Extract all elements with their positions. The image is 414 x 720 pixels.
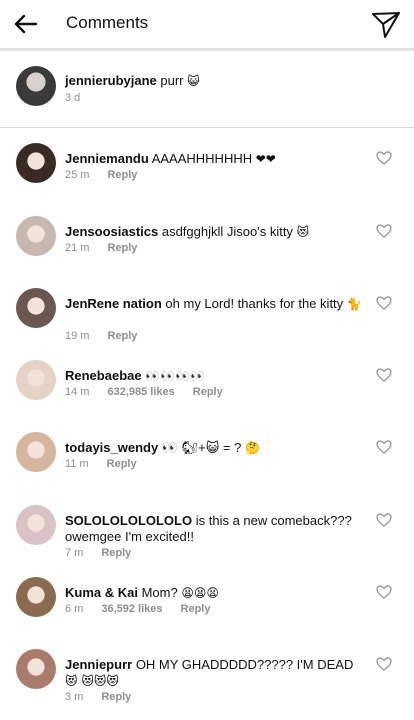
comment-text: Jenniemandu AAAAHHHHHHH ❤❤: [65, 151, 365, 167]
comment-time: 3 m: [65, 691, 84, 703]
page-title: Comments: [66, 13, 149, 32]
back-arrow-icon[interactable]: [12, 10, 40, 38]
comment-emoji: 😻: [296, 225, 310, 239]
heart-icon[interactable]: [376, 513, 392, 527]
caption-meta: 3 d: [65, 92, 98, 104]
comment-body: oh my Lord! thanks for the kitty: [165, 296, 344, 311]
comment-time: 21 m: [65, 242, 90, 254]
comment-meta: 21 m Reply: [65, 242, 155, 254]
comment-text: Renebaebae 👀👀👀👀: [65, 368, 365, 384]
avatar[interactable]: [16, 288, 56, 328]
avatar[interactable]: [16, 649, 56, 689]
comment-text: Jenniepurr OH MY GHADDDDD????? I'M DEAD …: [65, 657, 365, 689]
reply-button[interactable]: Reply: [107, 458, 137, 470]
avatar[interactable]: [16, 432, 56, 472]
comment-text: Kuma & Kai Mom? 😫😫😫: [65, 585, 365, 601]
comment-likes[interactable]: 36,592 likes: [101, 603, 162, 615]
caption-emoji: 😺: [187, 74, 200, 88]
comment-meta: 7 m Reply: [65, 547, 149, 559]
heart-icon[interactable]: [376, 296, 392, 310]
caption-text: jennierubyjane purr 😺: [65, 73, 365, 89]
top-bar: Comments: [0, 0, 414, 48]
comment-text: todayis_wendy 👀 🐿+😺 = ? 🤔: [65, 440, 365, 456]
comment-emoji: 🤔: [244, 441, 260, 455]
comment-time: 7 m: [65, 547, 84, 559]
comment-emoji: ❤❤: [255, 152, 276, 166]
comment-username[interactable]: Kuma & Kai: [65, 585, 138, 600]
heart-icon[interactable]: [376, 151, 392, 165]
heart-icon[interactable]: [376, 368, 392, 382]
post-caption: jennierubyjane purr 😺 3 d: [0, 56, 414, 126]
heart-icon[interactable]: [376, 657, 392, 671]
avatar[interactable]: [16, 143, 56, 183]
comment-text: JenRene nation oh my Lord! thanks for th…: [65, 296, 365, 312]
comment-username[interactable]: SOLOLOLOLOLOLO: [65, 513, 192, 528]
comment-username[interactable]: Jenniepurr: [65, 657, 132, 672]
comment-username[interactable]: todayis_wendy: [65, 440, 158, 455]
heart-icon[interactable]: [376, 585, 392, 599]
reply-button[interactable]: Reply: [107, 169, 137, 181]
comment-body: OH MY GHADDDDD????? I'M DEAD: [135, 657, 354, 672]
avatar[interactable]: [16, 505, 56, 545]
comment-likes[interactable]: 632,985 likes: [107, 386, 174, 398]
comment-meta: 6 m 36,592 likes Reply: [65, 603, 228, 615]
comment-emoji: 🐈: [346, 297, 362, 311]
comment-time: 14 m: [65, 386, 90, 398]
caption-divider: [0, 127, 414, 128]
comment-username[interactable]: Renebaebae: [65, 368, 142, 383]
reply-button[interactable]: Reply: [181, 603, 211, 615]
comment-meta: 3 m Reply: [65, 691, 149, 703]
comment-meta: 25 m Reply: [65, 169, 155, 181]
reply-button[interactable]: Reply: [107, 330, 137, 342]
heart-icon[interactable]: [376, 224, 392, 238]
caption-body: purr: [160, 73, 184, 88]
avatar[interactable]: [16, 360, 56, 400]
reply-button[interactable]: Reply: [193, 386, 223, 398]
comment-time: 11 m: [65, 458, 89, 470]
heart-icon[interactable]: [376, 440, 392, 454]
comment-username[interactable]: JenRene nation: [65, 296, 162, 311]
caption-username[interactable]: jennierubyjane: [65, 73, 157, 88]
comment-meta: 14 m 632,985 likes Reply: [65, 386, 241, 398]
caption-time: 3 d: [65, 92, 81, 104]
comment-text: SOLOLOLOLOLOLO is this a new comeback???…: [65, 513, 365, 545]
comment-emoji: 😻 😻😻😻: [65, 674, 119, 688]
avatar[interactable]: [16, 577, 56, 617]
reply-button[interactable]: Reply: [107, 242, 137, 254]
reply-button[interactable]: Reply: [101, 547, 131, 559]
comment-time: 25 m: [65, 169, 90, 181]
send-icon[interactable]: [370, 8, 402, 40]
comment-meta: 19 m Reply: [65, 330, 155, 342]
comment-username[interactable]: Jensoosiastics: [65, 224, 158, 239]
comment-time: 19 m: [65, 330, 90, 342]
avatar[interactable]: [16, 66, 56, 106]
comment-meta: 11 m Reply: [65, 458, 155, 470]
comment-emoji: 😫😫😫: [181, 586, 219, 600]
comment-body: Mom?: [141, 585, 178, 600]
header-divider: [0, 48, 414, 51]
comment-text: Jensoosiastics asdfgghjkll Jisoo's kitty…: [65, 224, 365, 240]
comment-time: 6 m: [65, 603, 84, 615]
comment-body: 👀 🐿+😺 = ?: [161, 440, 242, 455]
comment-body: AAAAHHHHHHH: [151, 151, 253, 166]
comment-username[interactable]: Jenniemandu: [65, 151, 149, 166]
avatar[interactable]: [16, 216, 56, 256]
comment-emoji: 👀👀👀👀: [145, 369, 205, 383]
comment-body: asdfgghjkll Jisoo's kitty: [161, 224, 293, 239]
reply-button[interactable]: Reply: [101, 691, 131, 703]
